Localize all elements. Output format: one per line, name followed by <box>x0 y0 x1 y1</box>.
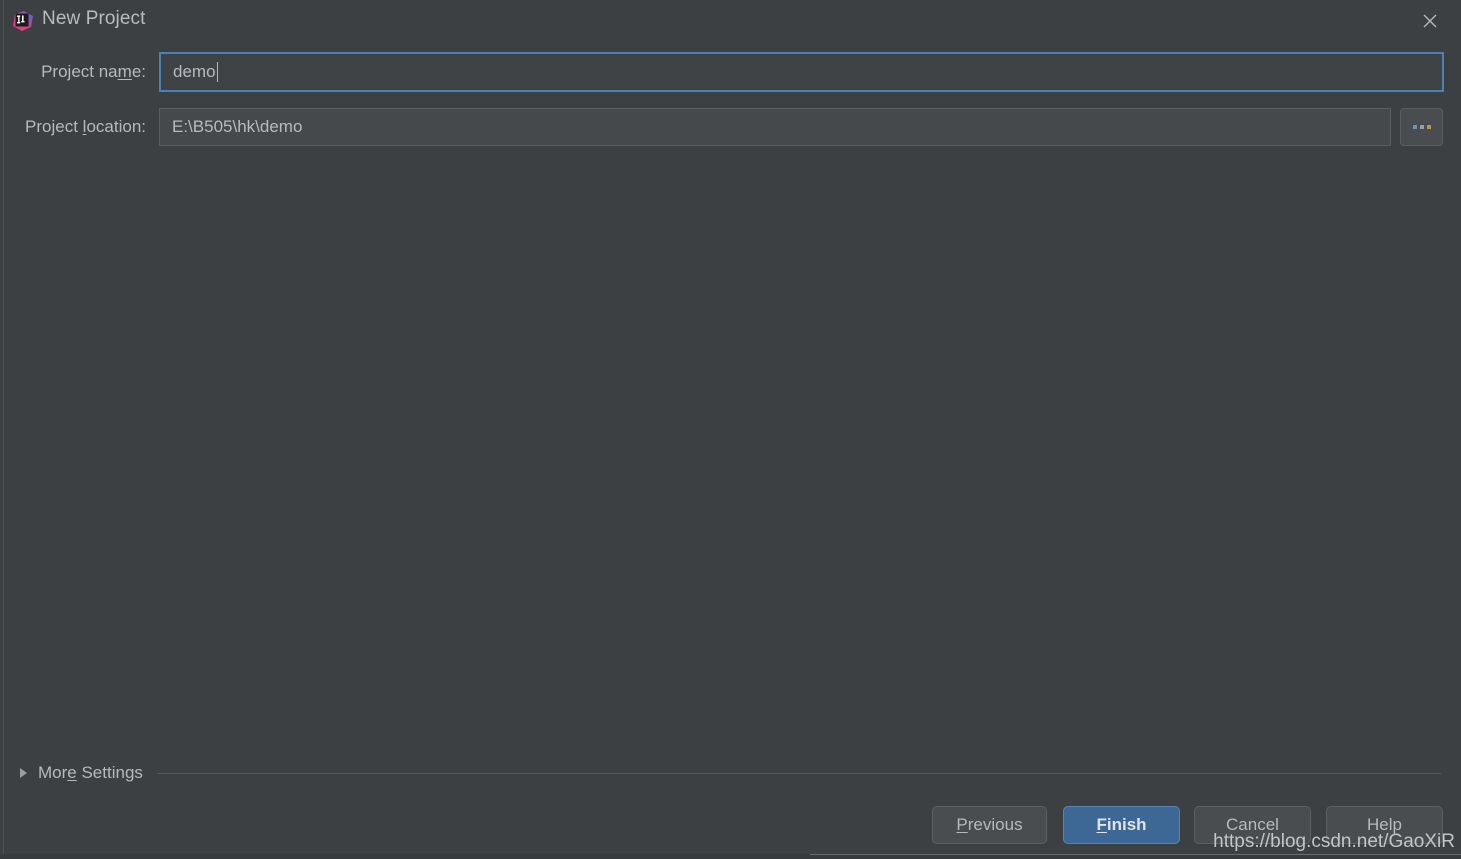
project-name-label-mnemonic: m <box>117 62 132 81</box>
project-location-value: E:\B505\hk\demo <box>172 117 303 136</box>
cancel-button-label: Cancel <box>1226 815 1279 834</box>
finish-button-mnemonic: F <box>1096 815 1107 834</box>
finish-button[interactable]: Finish <box>1063 806 1180 844</box>
project-location-label-pre: Project <box>25 117 83 136</box>
intellij-idea-icon <box>12 10 34 32</box>
more-settings-separator <box>156 772 1441 774</box>
help-button-label: Help <box>1367 815 1402 834</box>
project-location-input[interactable]: E:\B505\hk\demo <box>159 108 1391 146</box>
ellipsis-icon-dot-1 <box>1412 125 1417 129</box>
close-icon[interactable] <box>1407 4 1453 38</box>
ellipsis-icon-dot-2 <box>1419 125 1424 129</box>
help-button[interactable]: Help <box>1326 806 1443 844</box>
project-name-value: demo <box>173 62 216 81</box>
window-title: New Project <box>42 8 146 29</box>
project-name-label-post: e: <box>131 62 146 81</box>
project-name-label-pre: Project na <box>41 62 118 81</box>
project-name-input[interactable]: demo <box>159 52 1444 92</box>
project-name-label: Project name: <box>0 62 146 82</box>
more-settings-label-post: Settings <box>76 763 143 782</box>
more-settings-label-pre: Mor <box>38 763 68 782</box>
previous-button-post: revious <box>967 815 1023 834</box>
more-settings-label-mnemonic: e <box>67 763 77 782</box>
text-caret <box>216 62 218 82</box>
triangle-right-icon <box>20 768 27 778</box>
finish-button-post: inish <box>1106 815 1147 834</box>
previous-button[interactable]: Previous <box>932 806 1047 844</box>
browse-location-button[interactable] <box>1400 108 1443 146</box>
ellipsis-icon-dot-3 <box>1426 125 1431 129</box>
cancel-button[interactable]: Cancel <box>1194 806 1311 844</box>
project-location-label-post: ocation: <box>86 117 146 136</box>
more-settings-label: More Settings <box>38 763 143 783</box>
window-bottom-highlight <box>810 854 1461 855</box>
project-location-label: Project location: <box>0 117 146 137</box>
more-settings-toggle[interactable]: More Settings <box>20 760 1441 786</box>
new-project-dialog: New Project Project name: demo Project l… <box>0 0 1461 859</box>
title-bar: New Project <box>0 0 1461 44</box>
previous-button-mnemonic: P <box>956 815 968 834</box>
